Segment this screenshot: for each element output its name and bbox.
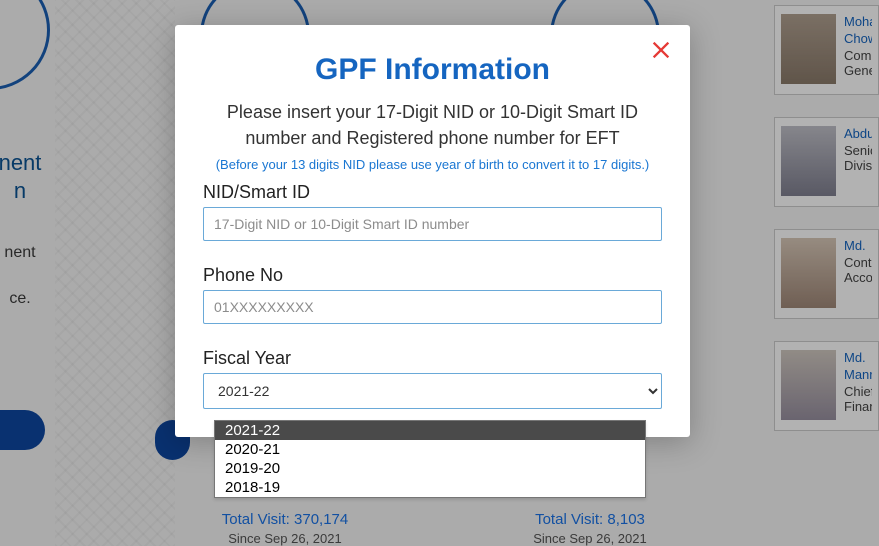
phone-input[interactable] [203, 290, 662, 324]
fy-option[interactable]: 2019-20 [215, 459, 645, 478]
modal-subtitle: Please insert your 17-Digit NID or 10-Di… [203, 99, 662, 151]
nid-input[interactable] [203, 207, 662, 241]
fiscal-year-select[interactable]: 2021-22 [203, 373, 662, 409]
fy-option[interactable]: 2021-22 [215, 421, 645, 440]
modal-hint: (Before your 13 digits NID please use ye… [203, 157, 662, 172]
fiscal-year-label: Fiscal Year [203, 348, 662, 369]
nid-label: NID/Smart ID [203, 182, 662, 203]
gpf-info-modal: GPF Information Please insert your 17-Di… [175, 25, 690, 437]
fy-option[interactable]: 2018-19 [215, 478, 645, 497]
close-button[interactable] [650, 39, 672, 61]
fiscal-year-dropdown: 2021-22 2020-21 2019-20 2018-19 [214, 420, 646, 498]
modal-title: GPF Information [203, 53, 662, 87]
phone-label: Phone No [203, 265, 662, 286]
close-icon [650, 39, 672, 61]
fy-option[interactable]: 2020-21 [215, 440, 645, 459]
